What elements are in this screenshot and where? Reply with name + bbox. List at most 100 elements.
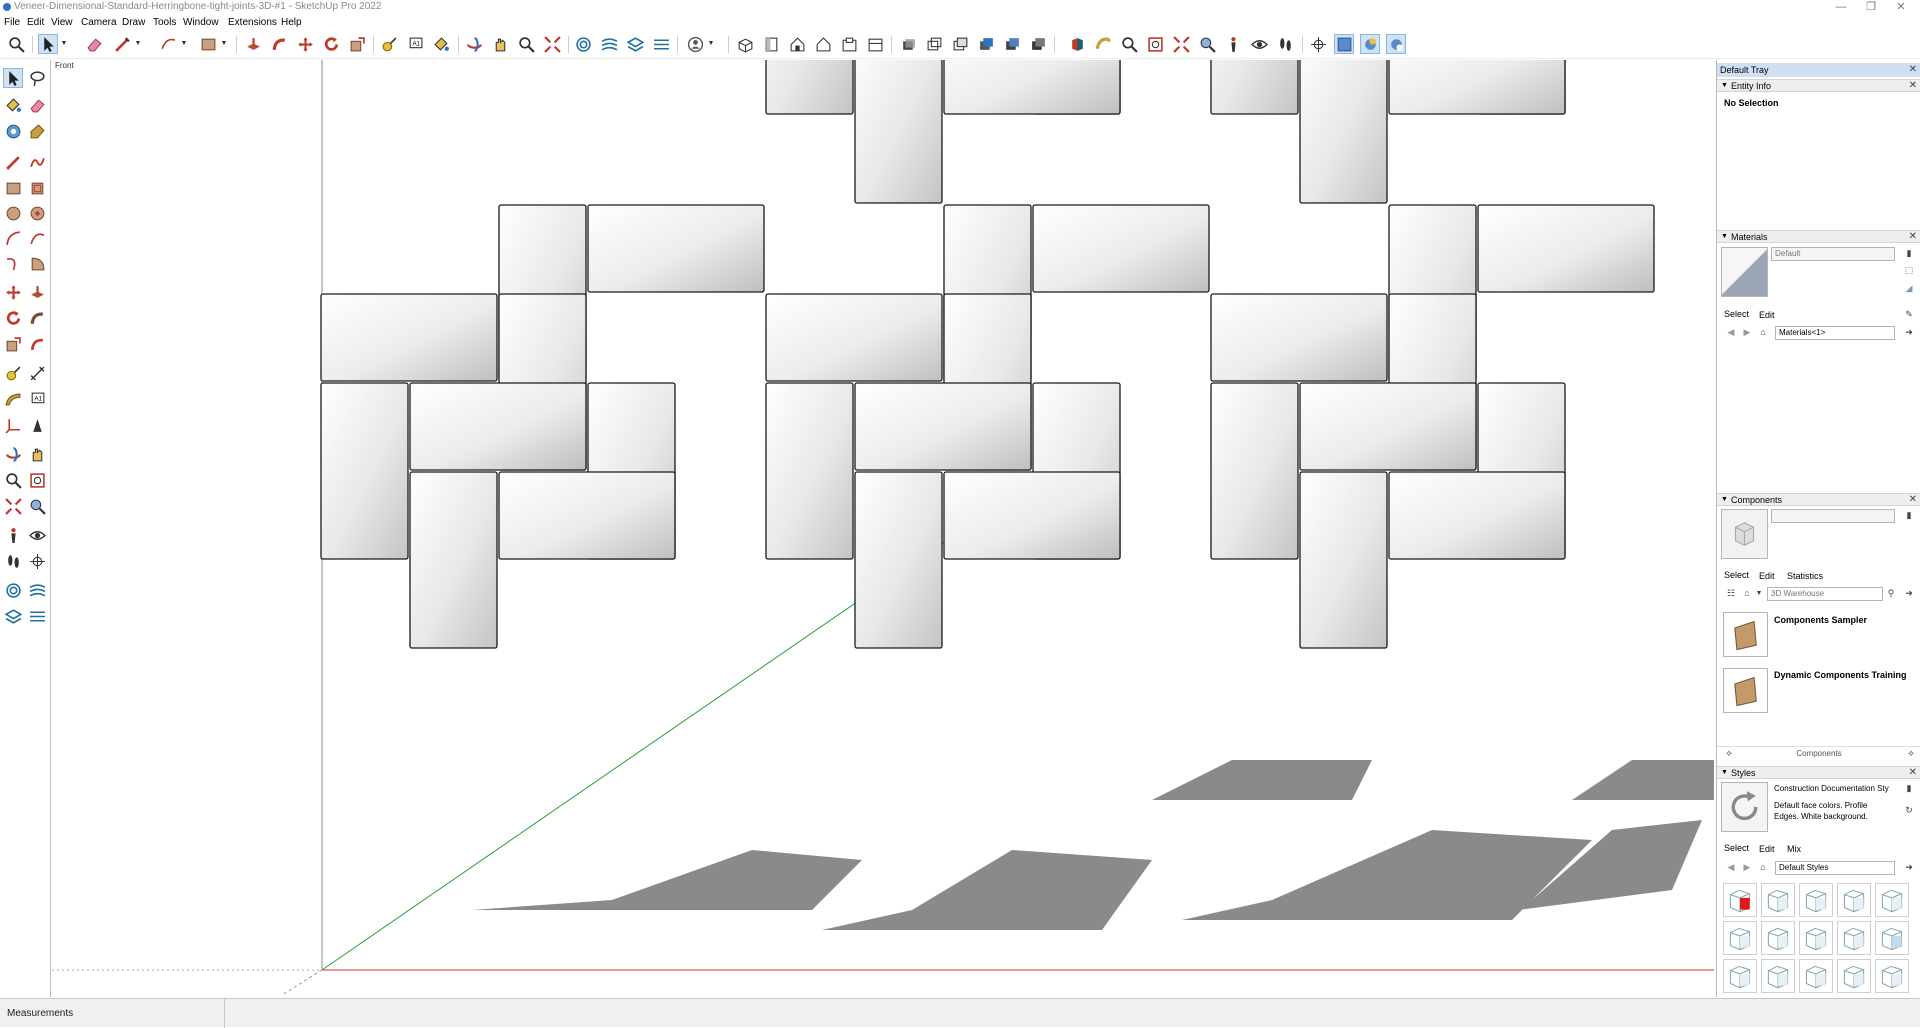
zoom-window-icon[interactable]	[1119, 34, 1139, 54]
scale-icon[interactable]	[3, 334, 23, 354]
materials-tab-select[interactable]: Select	[1724, 309, 1749, 319]
eraser-icon[interactable]	[27, 95, 47, 115]
style-thumbnail[interactable]	[1723, 883, 1757, 917]
entity-info-header[interactable]: ▼ Entity Info ✕	[1717, 79, 1920, 92]
lasso-icon[interactable]	[27, 68, 47, 88]
menu-window[interactable]: Window	[183, 15, 219, 30]
previous-view-icon[interactable]	[27, 496, 47, 516]
paint-icon[interactable]	[431, 34, 451, 54]
veneer-tile[interactable]	[1388, 471, 1566, 560]
rectangle-icon[interactable]	[3, 178, 23, 198]
xray-icon[interactable]	[898, 34, 918, 54]
zoom-icon[interactable]	[6, 34, 26, 54]
components-header[interactable]: ▼ Components ✕	[1717, 493, 1920, 506]
rotated-rectangle-icon[interactable]	[27, 178, 47, 198]
component-name-field[interactable]	[1771, 509, 1895, 523]
select-icon[interactable]	[3, 68, 23, 88]
stamp-icon[interactable]	[625, 34, 645, 54]
zoom-icon[interactable]	[3, 470, 23, 490]
veneer-tile[interactable]	[1477, 204, 1655, 293]
menu-view[interactable]: View	[51, 15, 73, 30]
wireframe-icon[interactable]	[924, 34, 944, 54]
home-icon[interactable]: ⌂	[1757, 861, 1769, 873]
freehand-icon[interactable]	[27, 152, 47, 172]
entity-info-close-icon[interactable]: ✕	[1909, 80, 1917, 92]
style-thumbnail[interactable]	[1761, 921, 1795, 955]
axes-icon[interactable]	[1308, 34, 1328, 54]
veneer-tile[interactable]	[409, 471, 498, 649]
restore-button[interactable]: ❐	[1856, 0, 1886, 14]
back-arrow-icon[interactable]: ◀	[1725, 326, 1737, 338]
details-arrow-icon[interactable]: ➜	[1903, 326, 1915, 338]
section-plane-icon[interactable]	[27, 551, 47, 571]
view1-icon[interactable]	[1334, 34, 1354, 54]
text-icon[interactable]: A1	[405, 34, 425, 54]
search-icon[interactable]: ⚲	[1885, 587, 1897, 599]
style-thumbnail[interactable]	[1875, 959, 1909, 993]
back-view-icon[interactable]	[839, 34, 859, 54]
style-thumbnail[interactable]	[1875, 883, 1909, 917]
front-view-icon[interactable]	[787, 34, 807, 54]
pushpull-icon[interactable]	[243, 34, 263, 54]
left-view-icon[interactable]	[865, 34, 885, 54]
right-view-icon[interactable]	[813, 34, 833, 54]
styles-tab-mix[interactable]: Mix	[1787, 844, 1801, 854]
components-tab-edit[interactable]: Edit	[1759, 571, 1775, 581]
materials-header[interactable]: ▼ Materials ✕	[1717, 230, 1920, 243]
rectangle-dropdown-icon[interactable]: ▼	[220, 34, 228, 54]
veneer-tile[interactable]	[498, 471, 676, 560]
nav-dropdown-icon[interactable]: ▼	[1753, 587, 1765, 599]
zoom-extents-icon[interactable]	[1145, 34, 1165, 54]
pencil-icon[interactable]	[112, 34, 132, 54]
veneer-tile[interactable]	[765, 382, 854, 560]
dimension-icon[interactable]	[27, 363, 47, 383]
style-thumbnail[interactable]	[1799, 883, 1833, 917]
menu-help[interactable]: Help	[281, 15, 302, 30]
menu-tools[interactable]: Tools	[153, 15, 176, 30]
tape-icon[interactable]	[379, 34, 399, 54]
veneer-tile[interactable]	[320, 293, 498, 382]
user-icon[interactable]	[685, 34, 705, 54]
veneer-tile[interactable]	[1210, 293, 1388, 382]
styles-tab-edit[interactable]: Edit	[1759, 844, 1775, 854]
tape-icon[interactable]	[3, 363, 23, 383]
pan-icon[interactable]	[27, 444, 47, 464]
back-arrow-icon[interactable]: ◀	[1725, 861, 1737, 873]
herringbone-model[interactable]	[52, 60, 1714, 997]
top-view-icon[interactable]	[761, 34, 781, 54]
component-item-dynamic-training[interactable]: Dynamic Components Training	[1774, 670, 1907, 680]
position-camera-icon[interactable]	[3, 525, 23, 545]
veneer-tile[interactable]	[765, 293, 943, 382]
rectangle-icon[interactable]	[198, 34, 218, 54]
shaded-icon[interactable]	[976, 34, 996, 54]
warehouse-search-input[interactable]: 3D Warehouse	[1767, 587, 1883, 601]
footprints-icon[interactable]	[1275, 34, 1295, 54]
stamp-icon[interactable]	[3, 606, 23, 626]
style-thumbnail[interactable]	[1837, 921, 1871, 955]
material-name-field[interactable]: Default	[1771, 247, 1895, 261]
style-thumbnail[interactable]	[1875, 921, 1909, 955]
3d-text-icon[interactable]	[27, 415, 47, 435]
components-nav-icon[interactable]: ⟡	[1905, 747, 1917, 759]
measurements-box[interactable]: Measurements	[0, 999, 225, 1028]
style-thumbnail[interactable]	[1723, 959, 1757, 993]
tag-icon[interactable]	[27, 121, 47, 141]
arc-icon[interactable]	[3, 228, 23, 248]
move-icon[interactable]	[3, 282, 23, 302]
view2-icon[interactable]	[1360, 34, 1380, 54]
style-library-select[interactable]: Default Styles	[1775, 861, 1895, 875]
veneer-tile[interactable]	[587, 204, 765, 293]
select-dropdown-icon[interactable]: ▼	[60, 34, 68, 54]
create-material-icon[interactable]: ▮	[1903, 247, 1915, 259]
sandbox-icon[interactable]	[3, 580, 23, 600]
view3-icon[interactable]	[1386, 34, 1406, 54]
followme-icon[interactable]	[27, 308, 47, 328]
zoom-window-icon[interactable]	[27, 470, 47, 490]
styles-tab-select[interactable]: Select	[1724, 843, 1749, 853]
minimize-button[interactable]: —	[1826, 0, 1856, 14]
details-arrow-icon[interactable]: ➜	[1903, 861, 1915, 873]
update-style-icon[interactable]: ↻	[1903, 804, 1915, 816]
rotate-icon[interactable]	[321, 34, 341, 54]
veneer-tile[interactable]	[320, 382, 409, 560]
veneer-tile[interactable]	[1299, 60, 1388, 204]
